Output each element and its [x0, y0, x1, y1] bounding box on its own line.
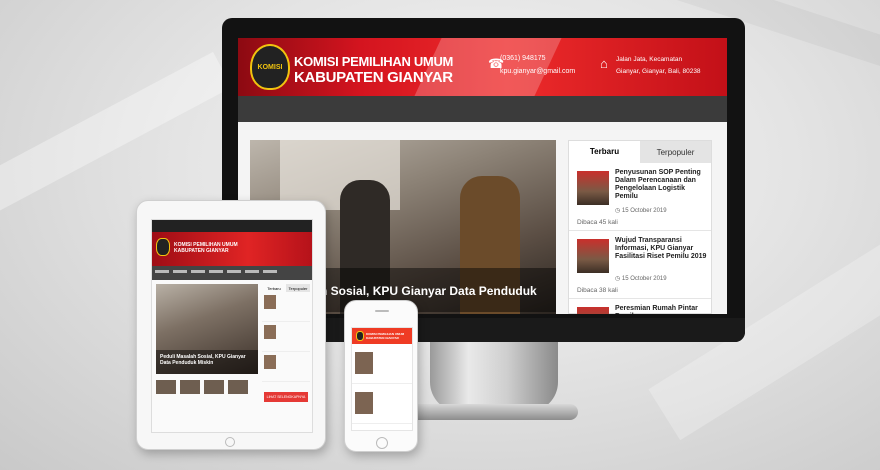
site-title-line1: KOMISI PEMILIHAN UMUM	[294, 54, 454, 69]
phone-header: KOMISI PEMILIHAN UMUM KABUPATEN GIANYAR	[352, 328, 412, 344]
news-reads: Dibaca 45 kali	[577, 219, 618, 226]
sidebar-tabs: Terbaru Terpopuler	[569, 141, 711, 163]
kpu-logo-icon[interactable]: KOMISI	[250, 44, 290, 90]
tab-terbaru[interactable]: Terbaru	[569, 141, 640, 163]
tablet-topbar	[152, 220, 312, 232]
tablet-tabs: Terbaru Terpopuler	[262, 284, 310, 292]
news-sidebar: Terbaru Terpopuler Penyusunan SOP Pentin…	[568, 140, 712, 314]
phone-device: KOMISI PEMILIHAN UMUM KABUPATEN GIANYAR	[344, 300, 418, 452]
tablet-nav[interactable]	[152, 266, 312, 280]
news-title[interactable]: Peresmian Rumah Pintar Pemilu	[615, 305, 709, 314]
home-icon: ⌂	[600, 56, 608, 71]
phone-number: (0361) 948175	[500, 55, 546, 62]
monitor-stand-base	[410, 404, 578, 420]
tablet-thumbnails	[156, 380, 248, 394]
site-header: KOMISI KOMISI PEMILIHAN UMUM KABUPATEN G…	[238, 38, 727, 96]
tablet-screen: KOMISI PEMILIHAN UMUM KABUPATEN GIANYAR …	[151, 219, 313, 433]
main-nav[interactable]	[238, 96, 727, 122]
news-date: ◷ 15 October 2019	[615, 276, 667, 282]
phone-speaker	[375, 310, 389, 312]
tablet-device: KOMISI PEMILIHAN UMUM KABUPATEN GIANYAR …	[136, 200, 326, 450]
list-item[interactable]	[352, 384, 412, 424]
list-item[interactable]	[262, 322, 310, 352]
tablet-title-line2: KABUPATEN GIANYAR	[174, 248, 229, 254]
more-button[interactable]: LIHAT SELENGKAPNYA	[264, 392, 308, 402]
list-item[interactable]	[262, 292, 310, 322]
news-thumbnail[interactable]	[577, 307, 609, 314]
news-title[interactable]: Penyusunan SOP Penting Dalam Perencanaan…	[615, 169, 709, 201]
kpu-logo-icon[interactable]	[356, 331, 364, 341]
hero-caption[interactable]: lah Sosial, KPU Gianyar Data Penduduk	[310, 284, 537, 298]
monitor-stand-neck	[430, 342, 558, 412]
tablet-sidebar: Terbaru Terpopuler LIHAT SELENGKAPNYA	[262, 284, 310, 424]
email-link[interactable]: kpu.gianyar@gmail.com	[500, 65, 575, 78]
logo-text: KOMISI	[257, 63, 283, 71]
news-item[interactable]: Wujud Transparansi Informasi, KPU Gianya…	[569, 231, 711, 299]
tablet-hero-caption[interactable]: Peduli Masalah Sosial, KPU Gianyar Data …	[156, 350, 258, 374]
address-line2: Gianyar, Gianyar, Bali, 80238	[616, 68, 701, 75]
tablet-content: Peduli Masalah Sosial, KPU Gianyar Data …	[152, 280, 312, 432]
kpu-logo-icon[interactable]	[156, 238, 170, 256]
site-title[interactable]: KOMISI PEMILIHAN UMUM KABUPATEN GIANYAR	[294, 54, 453, 86]
news-thumbnail[interactable]	[577, 239, 609, 273]
mockup-scene: KOMISI KOMISI PEMILIHAN UMUM KABUPATEN G…	[0, 0, 880, 470]
address-info: Jalan Jata, Kecamatan Gianyar, Gianyar, …	[616, 54, 701, 78]
tab-terpopuler[interactable]: Terpopuler	[286, 284, 310, 292]
address-line1: Jalan Jata, Kecamatan	[616, 56, 683, 63]
news-title[interactable]: Wujud Transparansi Informasi, KPU Gianya…	[615, 237, 709, 261]
news-item[interactable]: Peresmian Rumah Pintar Pemilu	[569, 299, 711, 314]
tablet-header: KOMISI PEMILIHAN UMUM KABUPATEN GIANYAR	[152, 232, 312, 266]
tablet-site-title[interactable]: KOMISI PEMILIHAN UMUM KABUPATEN GIANYAR	[174, 242, 238, 254]
tablet-hero-image[interactable]: Peduli Masalah Sosial, KPU Gianyar Data …	[156, 284, 258, 374]
tablet-home-button	[225, 437, 235, 447]
list-item[interactable]	[262, 352, 310, 382]
tab-terbaru[interactable]: Terbaru	[262, 284, 286, 292]
news-reads: Dibaca 38 kali	[577, 287, 618, 294]
phone-home-button	[376, 437, 388, 449]
news-date-text: 15 October 2019	[621, 208, 667, 214]
list-item[interactable]	[352, 344, 412, 384]
phone-title[interactable]: KOMISI PEMILIHAN UMUM KABUPATEN GIANYAR	[366, 332, 412, 340]
contact-info: (0361) 948175 kpu.gianyar@gmail.com	[500, 52, 575, 78]
site-title-line2: KABUPATEN GIANYAR	[294, 69, 453, 86]
phone-screen: KOMISI PEMILIHAN UMUM KABUPATEN GIANYAR	[351, 327, 413, 431]
news-date-text: 15 October 2019	[621, 276, 667, 282]
news-date: ◷ 15 October 2019	[615, 208, 667, 214]
news-item[interactable]: Penyusunan SOP Penting Dalam Perencanaan…	[569, 163, 711, 231]
news-thumbnail[interactable]	[577, 171, 609, 205]
tab-terpopuler[interactable]: Terpopuler	[640, 141, 711, 163]
